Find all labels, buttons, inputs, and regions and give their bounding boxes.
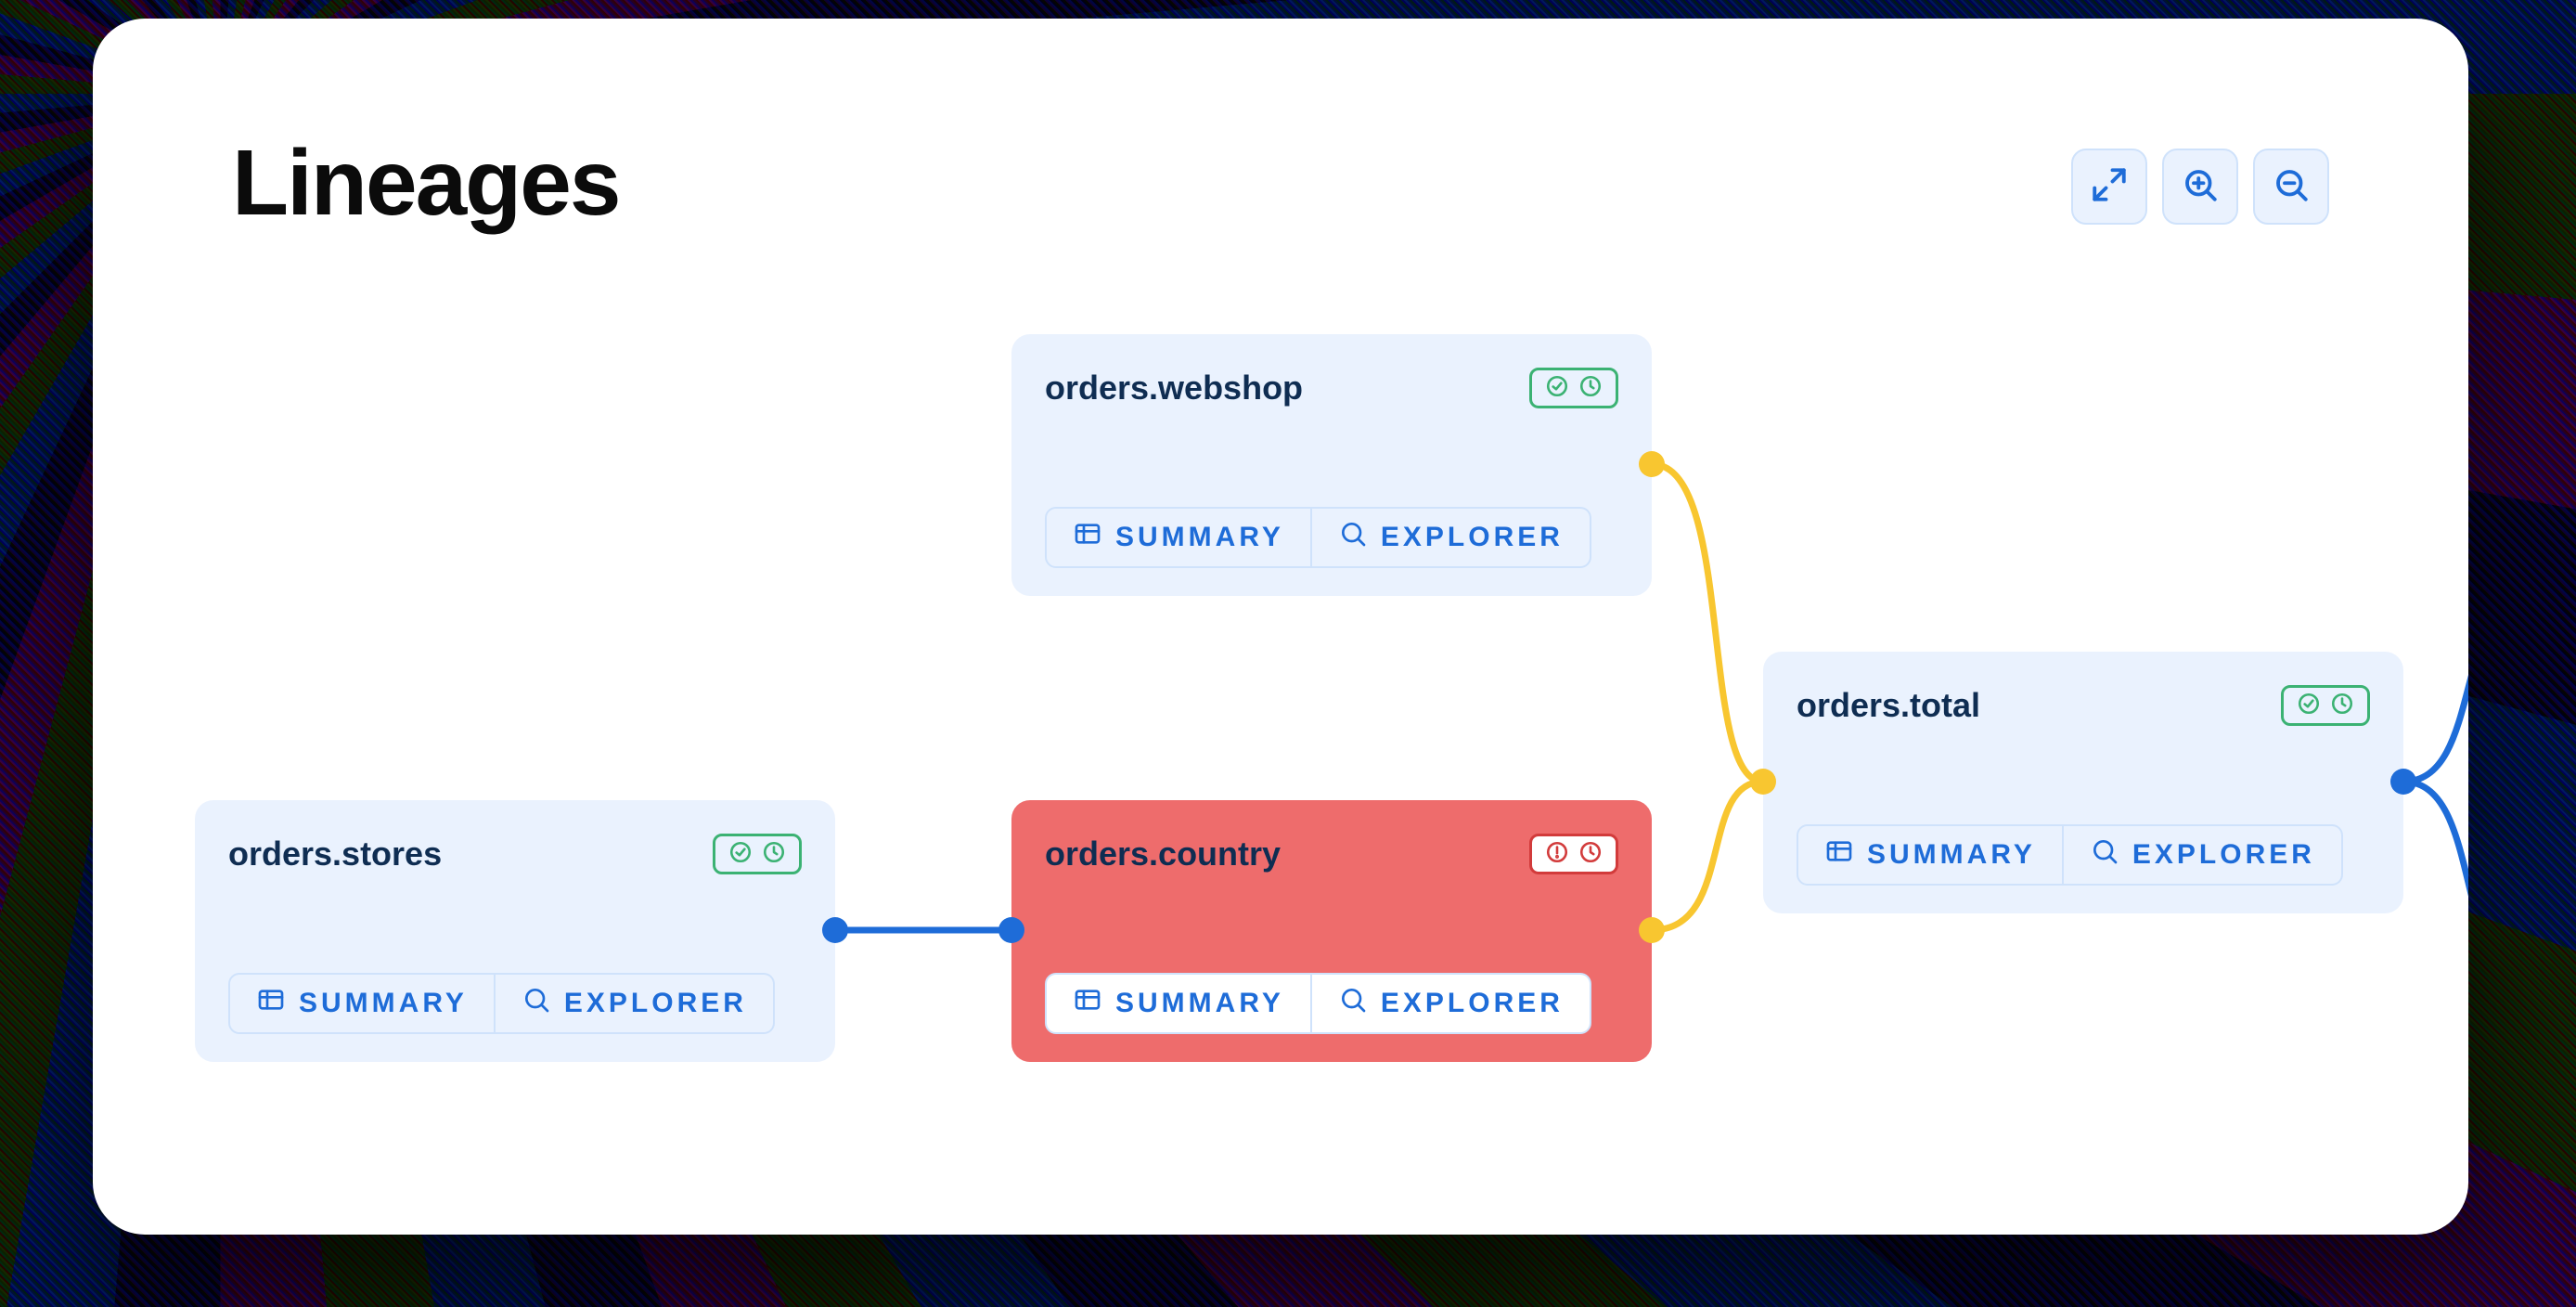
- node-actions: SUMMARY EXPLORER: [1045, 973, 1618, 1034]
- zoom-out-button[interactable]: [2253, 149, 2329, 225]
- port-out-total[interactable]: [2390, 769, 2416, 795]
- expand-button[interactable]: [2071, 149, 2147, 225]
- check-circle-icon: [2297, 692, 2321, 720]
- summary-label: SUMMARY: [299, 988, 468, 1019]
- edge-total-offscreen-bottom: [2403, 782, 2468, 993]
- explorer-label: EXPLORER: [1381, 522, 1564, 553]
- view-controls: [2071, 149, 2329, 225]
- summary-button[interactable]: SUMMARY: [1045, 973, 1312, 1034]
- zoom-in-icon: [2181, 165, 2220, 209]
- port-in-total[interactable]: [1750, 769, 1776, 795]
- node-actions: SUMMARY EXPLORER: [1797, 824, 2370, 886]
- node-title: orders.total: [1797, 686, 1980, 725]
- check-circle-icon: [728, 840, 753, 869]
- status-badge-ok: [2281, 685, 2370, 726]
- node-actions: SUMMARY EXPLORER: [228, 973, 802, 1034]
- node-header: orders.total: [1797, 679, 2370, 731]
- node-orders-stores[interactable]: orders.stores: [195, 800, 835, 1062]
- clock-circle-icon: [1578, 374, 1603, 403]
- status-badge-ok: [713, 834, 802, 874]
- port-out-webshop[interactable]: [1639, 451, 1665, 477]
- explorer-button[interactable]: EXPLORER: [1312, 973, 1591, 1034]
- node-header: orders.webshop: [1045, 362, 1618, 414]
- table-icon: [256, 985, 286, 1022]
- port-out-stores[interactable]: [822, 917, 848, 943]
- page-title: Lineages: [232, 130, 620, 237]
- viewport: Lineages: [0, 0, 2576, 1307]
- summary-button[interactable]: SUMMARY: [1045, 507, 1312, 568]
- search-icon: [1338, 985, 1368, 1022]
- search-icon: [1338, 519, 1368, 556]
- search-icon: [2090, 836, 2119, 873]
- node-actions: SUMMARY EXPLORER: [1045, 507, 1618, 568]
- port-in-country[interactable]: [998, 917, 1024, 943]
- edge-webshop-total: [1652, 464, 1763, 782]
- node-title: orders.country: [1045, 835, 1281, 873]
- check-circle-icon: [1545, 374, 1569, 403]
- lineage-canvas[interactable]: orders.webshop: [93, 316, 2468, 1235]
- explorer-label: EXPLORER: [1381, 988, 1564, 1019]
- lineage-panel: Lineages: [93, 19, 2468, 1235]
- status-badge-ok: [1529, 368, 1618, 408]
- node-header: orders.country: [1045, 828, 1618, 880]
- node-orders-total[interactable]: orders.total S: [1763, 652, 2403, 913]
- node-orders-webshop[interactable]: orders.webshop: [1011, 334, 1652, 596]
- explorer-button[interactable]: EXPLORER: [2064, 824, 2343, 886]
- explorer-button[interactable]: EXPLORER: [1312, 507, 1591, 568]
- table-icon: [1824, 836, 1854, 873]
- zoom-in-button[interactable]: [2162, 149, 2238, 225]
- clock-circle-icon: [762, 840, 786, 869]
- table-icon: [1073, 519, 1102, 556]
- table-icon: [1073, 985, 1102, 1022]
- summary-label: SUMMARY: [1115, 522, 1284, 553]
- explorer-label: EXPLORER: [564, 988, 747, 1019]
- node-header: orders.stores: [228, 828, 802, 880]
- node-title: orders.webshop: [1045, 369, 1303, 408]
- clock-alert-icon: [1578, 840, 1603, 869]
- summary-label: SUMMARY: [1867, 839, 2036, 871]
- expand-icon: [2090, 165, 2129, 209]
- summary-button[interactable]: SUMMARY: [1797, 824, 2064, 886]
- summary-label: SUMMARY: [1115, 988, 1284, 1019]
- node-title: orders.stores: [228, 835, 442, 873]
- status-badge-error: [1529, 834, 1618, 874]
- port-out-country[interactable]: [1639, 917, 1665, 943]
- summary-button[interactable]: SUMMARY: [228, 973, 496, 1034]
- search-icon: [522, 985, 551, 1022]
- edge-country-total: [1652, 782, 1763, 930]
- explorer-label: EXPLORER: [2132, 839, 2315, 871]
- node-orders-country[interactable]: orders.country: [1011, 800, 1652, 1062]
- explorer-button[interactable]: EXPLORER: [496, 973, 775, 1034]
- zoom-out-icon: [2272, 165, 2311, 209]
- alert-circle-icon: [1545, 840, 1569, 869]
- clock-circle-icon: [2330, 692, 2354, 720]
- edge-total-offscreen-top: [2403, 585, 2468, 782]
